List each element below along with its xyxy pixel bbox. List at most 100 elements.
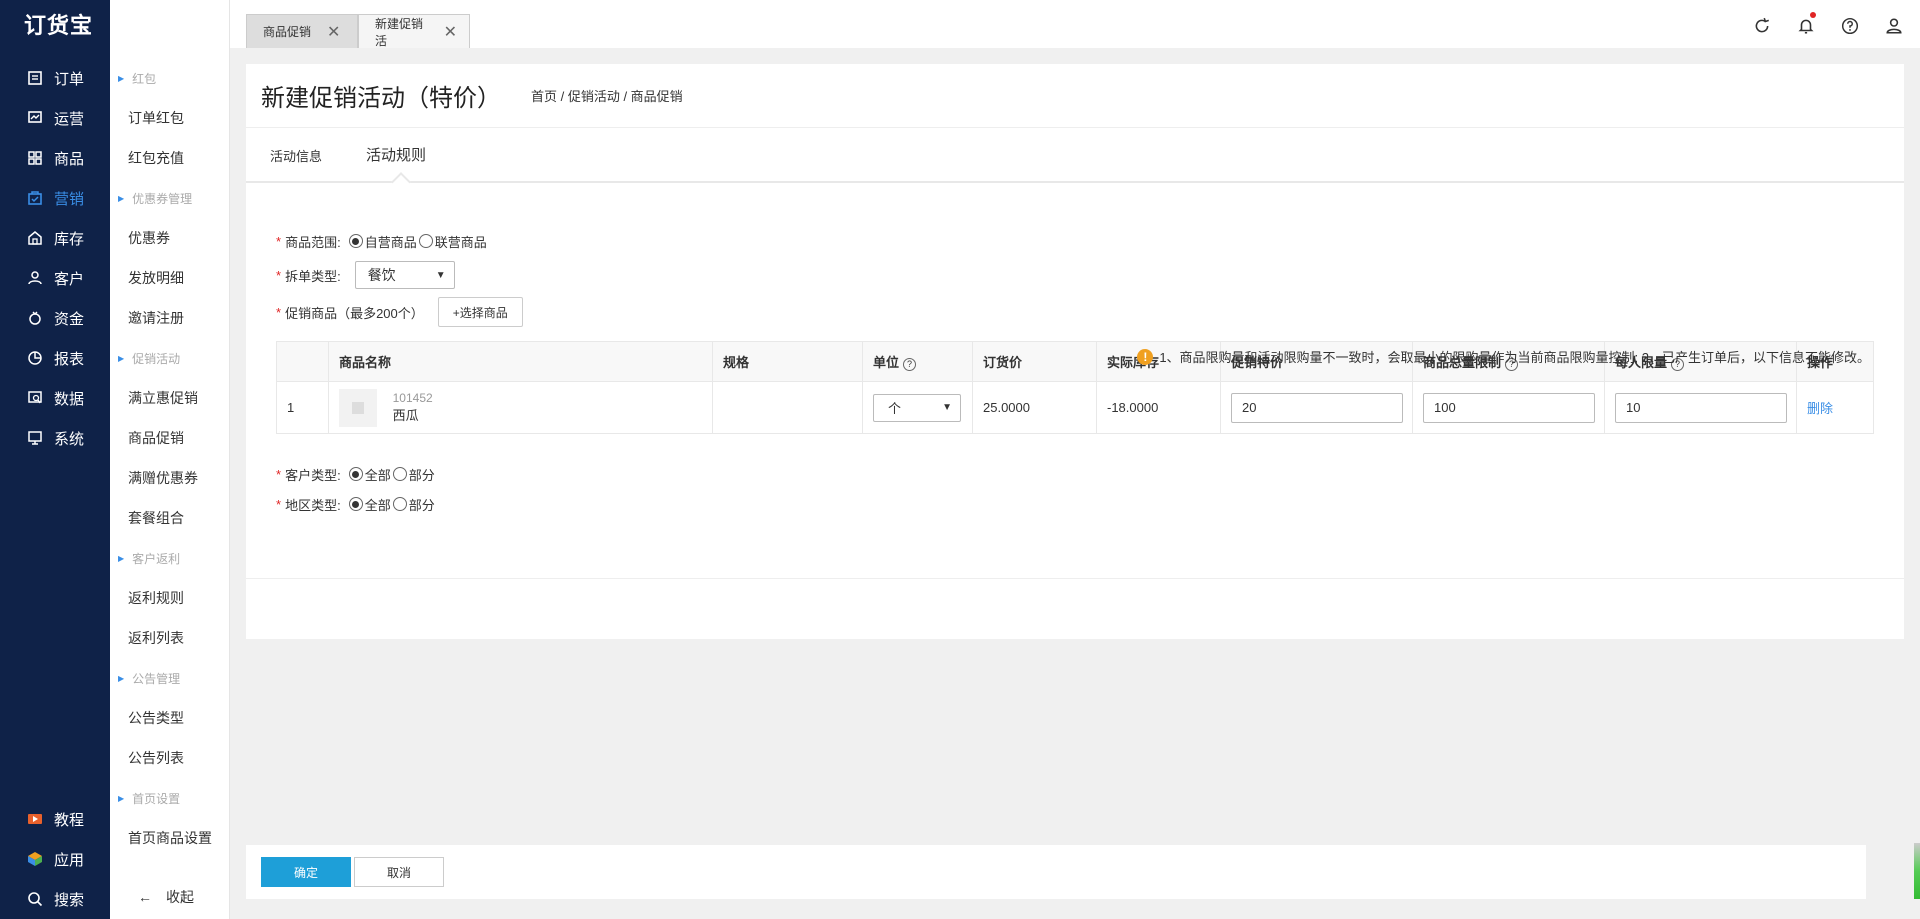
nav-item-order[interactable]: 订单 (0, 58, 110, 98)
submenu-item-announcement-list[interactable]: 公告列表 (110, 738, 229, 778)
caret-right-icon: ▶ (118, 73, 125, 83)
scroll-indicator[interactable] (1914, 843, 1920, 899)
submenu-group-title: 公告管理 (132, 671, 181, 686)
tab-new-promotion[interactable]: 新建促销活 ✕ (358, 14, 470, 48)
submenu-item-goods-promotion[interactable]: 商品促销 (110, 418, 229, 458)
nav-item-data[interactable]: 数据 (0, 378, 110, 418)
region-radio-part[interactable]: 部分 (392, 495, 435, 514)
tab-label: 商品促销 (263, 25, 312, 39)
nav-item-label: 数据 (54, 390, 85, 408)
unit-select[interactable]: 个 ▼ (873, 393, 961, 422)
submenu-group-announcement: ▶ 公告管理 (110, 658, 229, 698)
goods-thumbnail (339, 388, 377, 427)
tab-activity-rules[interactable]: 活动规则 (366, 144, 426, 181)
customer-radio-all[interactable]: 全部 (348, 465, 391, 484)
scope-radio-joint[interactable]: 联营商品 (418, 232, 487, 251)
region-radio-all[interactable]: 全部 (348, 495, 391, 514)
app-logo[interactable]: 订货宝 (0, 0, 110, 48)
nav-item-apps[interactable]: 应用 (0, 839, 110, 879)
customer-type-label: 客户类型: (285, 467, 341, 483)
radio-unchecked-icon (418, 234, 433, 248)
submenu-group-coupon: ▶ 优惠券管理 (110, 178, 229, 218)
report-icon (26, 349, 44, 367)
submenu-item-homepage-goods[interactable]: 首页商品设置 (110, 818, 229, 858)
close-icon[interactable]: ✕ (444, 22, 457, 42)
nav-item-inventory[interactable]: 库存 (0, 218, 110, 258)
tab-goods-promotion[interactable]: 商品促销 ✕ (246, 14, 358, 48)
submenu-item-coupon[interactable]: 优惠券 (110, 218, 229, 258)
nav-item-report[interactable]: 报表 (0, 338, 110, 378)
split-label: 拆单类型: (285, 268, 341, 284)
submenu-item-rebate-rules[interactable]: 返利规则 (110, 578, 229, 618)
promo-goods-row: * 促销商品（最多200个） +选择商品 (276, 297, 1874, 327)
marketing-submenu: ▶ 红包 订单红包 红包充值 ▶ 优惠券管理 优惠券 发放明细 邀请注册 ▶ 促销活动… (110, 0, 230, 919)
nav-item-search[interactable]: 搜索 (0, 879, 110, 919)
required-mark: * (276, 267, 282, 283)
order-icon (26, 69, 44, 87)
arrow-left-icon: ← (138, 889, 152, 905)
tab-activity-info[interactable]: 活动信息 (270, 146, 322, 181)
cancel-button[interactable]: 取消 (354, 857, 444, 887)
nav-item-goods[interactable]: 商品 (0, 138, 110, 178)
choose-goods-button[interactable]: +选择商品 (437, 297, 523, 327)
caret-right-icon: ▶ (118, 553, 125, 563)
nav-item-label: 系统 (54, 430, 85, 448)
radio-label: 自营商品 (364, 234, 417, 250)
customer-type-row: * 客户类型: 全部 部分 (276, 464, 1874, 484)
data-icon (26, 389, 44, 407)
operations-icon (26, 109, 44, 127)
scope-radio-self[interactable]: 自营商品 (348, 232, 417, 251)
submenu-item-rebate-list[interactable]: 返利列表 (110, 618, 229, 658)
chevron-down-icon: ▼ (435, 269, 446, 281)
goods-name: 西瓜 (392, 408, 419, 423)
split-type-select[interactable]: 餐饮 ▼ (354, 261, 455, 289)
delete-link[interactable]: 删除 (1807, 401, 1833, 416)
close-icon[interactable]: ✕ (327, 22, 340, 42)
region-type-row: * 地区类型: 全部 部分 (276, 494, 1874, 514)
subtab-bar: 活动信息 活动规则 (246, 128, 1904, 183)
radio-label: 联营商品 (434, 234, 487, 250)
refresh-icon[interactable] (1750, 14, 1774, 38)
submenu-item-redpacket-recharge[interactable]: 红包充值 (110, 138, 229, 178)
scope-row: * 商品范围: 自营商品 联营商品 (276, 231, 1874, 251)
submenu-item-full-reduction[interactable]: 满立惠促销 (110, 378, 229, 418)
caret-right-icon: ▶ (118, 353, 125, 363)
nav-item-marketing[interactable]: 营销 (0, 178, 110, 218)
help-icon[interactable]: ? (903, 357, 917, 371)
confirm-button[interactable]: 确定 (261, 857, 351, 887)
customer-radio-part[interactable]: 部分 (392, 465, 435, 484)
collapse-button[interactable]: ← 收起 (110, 875, 230, 919)
total-limit-input[interactable]: 100 (1423, 392, 1595, 423)
submenu-item-order-redpacket[interactable]: 订单红包 (110, 98, 229, 138)
inventory-icon (26, 229, 44, 247)
goods-info: 101452 西瓜 (393, 391, 433, 424)
caret-right-icon: ▶ (118, 193, 125, 203)
submenu-item-announcement-type[interactable]: 公告类型 (110, 698, 229, 738)
submenu-item-issue-detail[interactable]: 发放明细 (110, 258, 229, 298)
submenu-group-title: 首页设置 (132, 791, 181, 806)
nav-item-funds[interactable]: 资金 (0, 298, 110, 338)
breadcrumb[interactable]: 首页 / 促销活动 / 商品促销 (531, 86, 683, 105)
submenu-item-bundle[interactable]: 套餐组合 (110, 498, 229, 538)
help-icon[interactable] (1838, 14, 1862, 38)
bell-icon[interactable] (1794, 12, 1818, 38)
scope-label: 商品范围: (285, 234, 341, 250)
nav-item-label: 营销 (54, 190, 85, 208)
marketing-icon (26, 189, 44, 207)
submenu-item-gift-coupon[interactable]: 满赠优惠券 (110, 458, 229, 498)
radio-label: 部分 (408, 497, 435, 513)
required-mark: * (276, 466, 282, 482)
nav-item-tutorial[interactable]: 教程 (0, 799, 110, 839)
submenu-group-promotion: ▶ 促销活动 (110, 338, 229, 378)
nav-item-operations[interactable]: 运营 (0, 98, 110, 138)
caret-right-icon: ▶ (118, 673, 125, 683)
promo-price-input[interactable]: 20 (1231, 392, 1403, 423)
user-icon[interactable] (1882, 14, 1906, 38)
per-limit-input[interactable]: 10 (1615, 392, 1787, 423)
page-title: 新建促销活动（特价） (261, 85, 501, 112)
nav-item-customer[interactable]: 客户 (0, 258, 110, 298)
submenu-item-invite-register[interactable]: 邀请注册 (110, 298, 229, 338)
nav-item-system[interactable]: 系统 (0, 418, 110, 458)
left-nav: 订货宝 订单 运营 商品 营销 库存 客户 资金 报表 数据 系统 教程 应用 … (0, 0, 110, 919)
form-footer: 确定 取消 (246, 845, 1866, 899)
